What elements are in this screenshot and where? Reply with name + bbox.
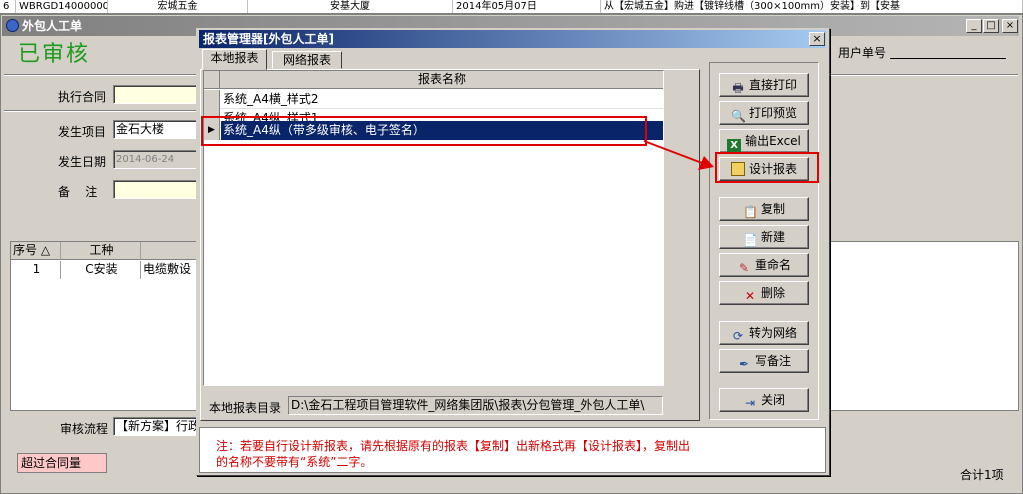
note-line-2: 的名称不要带有“系统”二字。 [216, 455, 373, 469]
project-label: 发生项目 [58, 125, 107, 139]
exit-icon: ⇥ [744, 396, 756, 410]
annotation-highlight-design [715, 152, 819, 183]
network-icon: ⟳ [732, 329, 744, 343]
delete-button[interactable]: ✕ 删除 [719, 281, 809, 305]
copy-icon: 📋 [742, 205, 758, 219]
rename-button[interactable]: ✎ 重命名 [719, 253, 809, 277]
direct-print-button[interactable]: 🖶 直接打印 [719, 73, 809, 97]
report-name-header: 报表名称 [417, 72, 466, 86]
dialog-close-icon[interactable]: × [809, 32, 825, 46]
print-preview-button[interactable]: 🔍 打印预览 [719, 101, 809, 125]
bg-cell-code: WBRGD140000001 [16, 0, 108, 13]
project-field[interactable]: 金石大楼 [113, 120, 199, 139]
export-excel-button[interactable]: X 输出Excel [719, 129, 809, 153]
grid-header-no: 序号 △ [11, 242, 61, 260]
detail-grid[interactable]: 序号 △ 工种 1 C安装 电缆敷设 [10, 241, 203, 411]
detail-grid-right[interactable] [827, 241, 1019, 411]
bg-cell-site: 安基大厦 [248, 0, 453, 13]
grid-cell-no: 1 [11, 261, 61, 279]
write-note-label: 写备注 [754, 354, 791, 368]
grid-header-no-text: 序号 [13, 243, 38, 257]
background-table-row: 6 WBRGD140000001 宏城五金 安基大厦 2014年05月07日 从… [0, 0, 1023, 14]
contract-label: 执行合同 [58, 90, 107, 104]
copy-button[interactable]: 📋 复制 [719, 197, 809, 221]
note-box: 注：若要自行设计新报表，请先根据原有的报表【复制】出新格式再【设计报表】，复制出… [199, 427, 826, 473]
print-preview-label: 打印预览 [748, 106, 797, 120]
bg-cell-supplier: 宏城五金 [108, 0, 248, 13]
close-label: 关闭 [760, 393, 785, 407]
pen-icon: ✒ [738, 357, 750, 371]
bg-cell-desc: 从【宏城五金】购进【镀锌线槽（300×100mm）安装】到【安基 [601, 0, 1023, 13]
convert-network-label: 转为网络 [748, 326, 797, 340]
date-field[interactable]: 2014-06-24 [113, 150, 199, 169]
printer-icon: 🖶 [732, 81, 744, 95]
maximize-button[interactable]: □ [983, 19, 999, 33]
grid-header: 序号 △ 工种 [11, 242, 201, 260]
grid-cell-desc: 电缆敷设 [141, 261, 203, 279]
note-line-1: 注：若要自行设计新报表，请先根据原有的报表【复制】出新格式再【设计报表】，复制出 [216, 439, 691, 453]
list-item[interactable]: 系统_A4横_样式2 [204, 90, 663, 109]
user-no-field[interactable] [890, 58, 1006, 59]
annotation-arrow-icon [643, 140, 714, 170]
dialog-title: 报表管理器[外包人工单] [199, 30, 826, 48]
delete-icon: ✕ [744, 289, 756, 303]
delete-label: 删除 [760, 286, 785, 300]
rename-icon: ✎ [738, 261, 750, 275]
remark-label: 备 注 [58, 185, 98, 199]
dir-path-field[interactable]: D:\金石工程项目管理软件_网络集团版\报表\分包管理_外包人工单\ [288, 396, 663, 415]
divider [4, 110, 198, 112]
close-window-button[interactable]: × [1002, 19, 1018, 33]
contract-field[interactable] [113, 85, 199, 104]
write-note-button[interactable]: ✒ 写备注 [719, 349, 809, 373]
table-row[interactable]: 1 C安装 电缆敷设 [11, 261, 203, 279]
row-indicator [204, 90, 220, 109]
user-no-label: 用户单号 [838, 46, 887, 60]
grid-cell-type: C安装 [61, 261, 141, 279]
report-list-header: 报表名称 [204, 71, 663, 89]
annotation-highlight-report [201, 116, 647, 146]
report-name: 系统_A4横_样式2 [223, 92, 319, 106]
date-label: 发生日期 [58, 155, 107, 169]
minimize-button[interactable]: _ [966, 19, 982, 33]
grid-header-type: 工种 [61, 242, 141, 260]
new-button[interactable]: 📄 新建 [719, 225, 809, 249]
export-excel-label: 输出Excel [745, 134, 801, 148]
tab-local-reports[interactable]: 本地报表 [202, 49, 267, 70]
new-file-icon: 📄 [742, 233, 758, 247]
dir-label: 本地报表目录 [209, 401, 282, 415]
app-icon [6, 19, 19, 32]
direct-print-label: 直接打印 [748, 78, 797, 92]
header-indicator-cell [204, 71, 220, 89]
bg-cell-date: 2014年05月07日 [453, 0, 601, 13]
workflow-label: 审核流程 [60, 422, 109, 436]
rename-label: 重命名 [754, 258, 791, 272]
remark-field[interactable] [113, 180, 199, 199]
copy-label: 复制 [760, 202, 785, 216]
tab-network-reports[interactable]: 网络报表 [272, 51, 342, 69]
approval-status: 已审核 [18, 42, 91, 67]
excel-icon: X [727, 139, 742, 153]
close-button[interactable]: ⇥ 关闭 [719, 388, 809, 412]
convert-network-button[interactable]: ⟳ 转为网络 [719, 321, 809, 345]
bg-cell-index: 6 [0, 0, 16, 13]
over-contract-indicator: 超过合同量 [17, 453, 107, 473]
new-label: 新建 [760, 230, 785, 244]
workflow-field[interactable]: 【新方案】行政 [113, 417, 199, 436]
total-count: 合计1项 [960, 468, 1004, 482]
preview-icon: 🔍 [730, 109, 746, 123]
